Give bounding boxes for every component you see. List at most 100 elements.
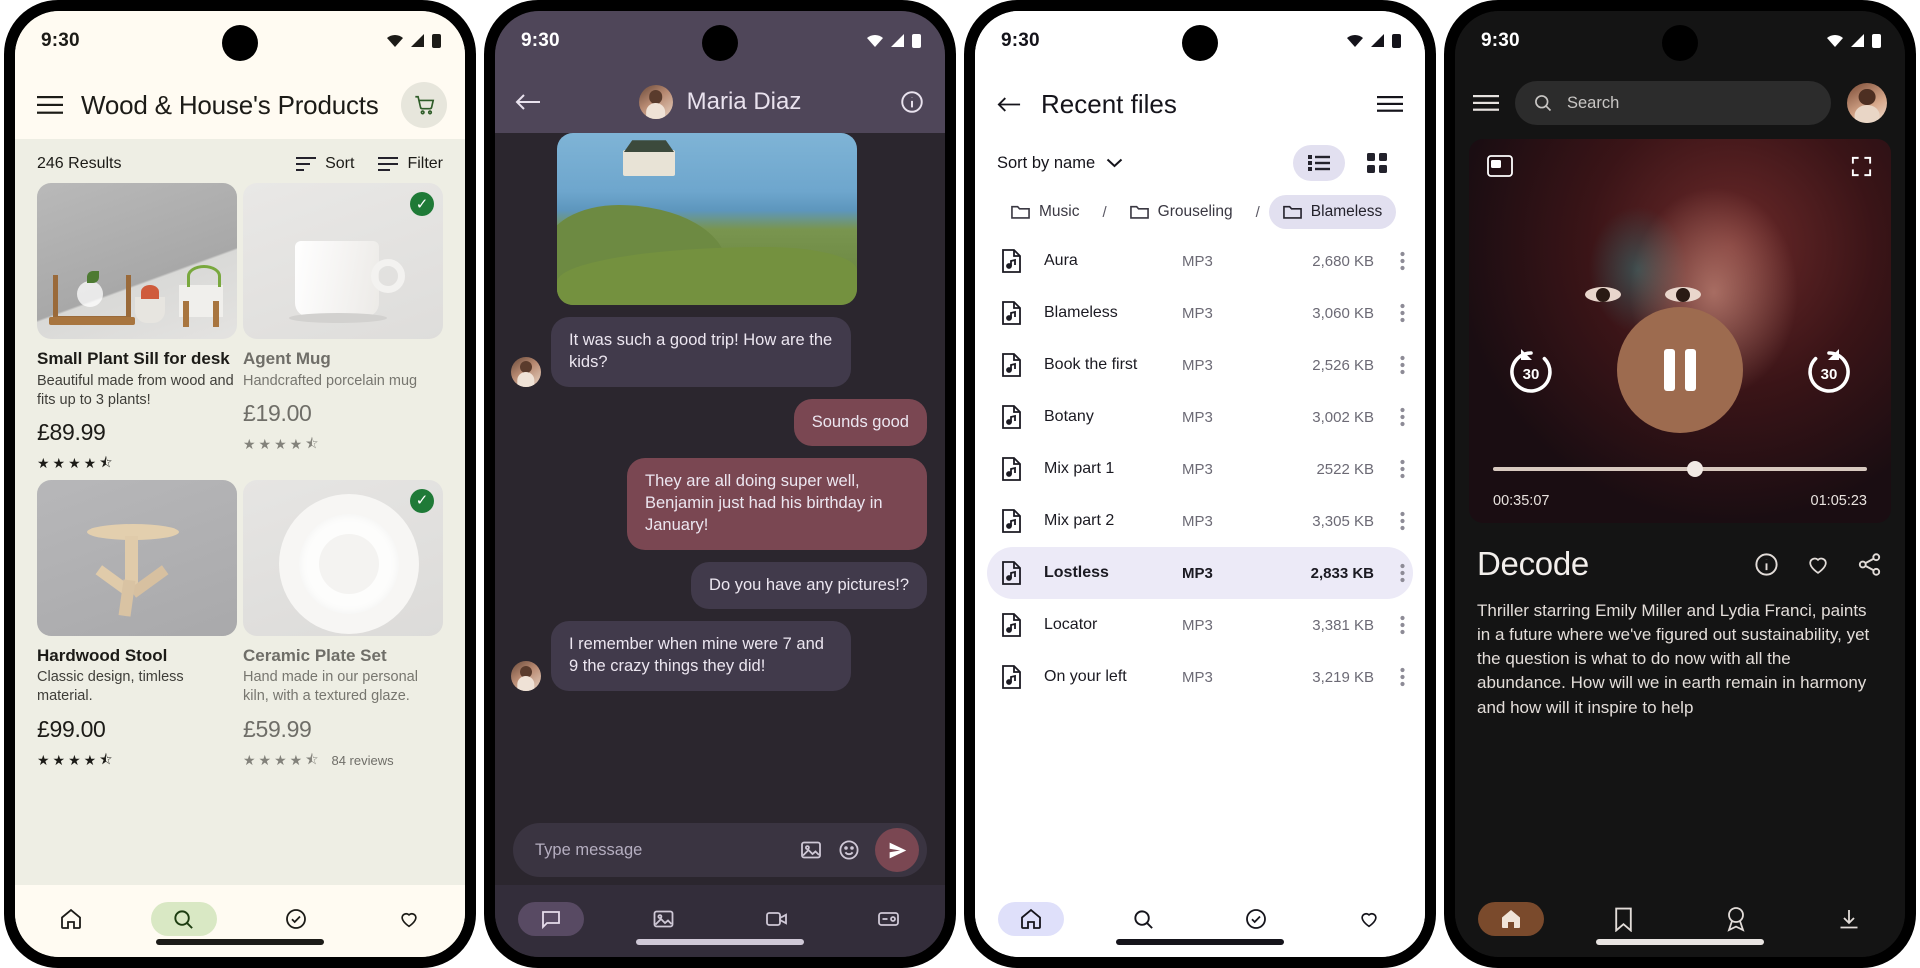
- file-name: Lostless: [1044, 564, 1109, 581]
- nav-starred[interactable]: [1336, 902, 1402, 936]
- camera-punch-hole: [702, 25, 738, 61]
- music-file-icon: [1002, 665, 1021, 689]
- sort-button[interactable]: Sort: [296, 155, 354, 173]
- emoji-icon[interactable]: [837, 838, 861, 862]
- pause-icon: [1664, 349, 1696, 391]
- filter-icon: [378, 157, 399, 171]
- filter-button[interactable]: Filter: [378, 155, 443, 173]
- svg-text:30: 30: [1523, 366, 1540, 383]
- nav-bookmarks[interactable]: [1591, 902, 1657, 936]
- movie-header: Decode: [1455, 523, 1905, 583]
- hamburger-menu-icon[interactable]: [37, 96, 63, 114]
- nav-downloads[interactable]: [1816, 902, 1882, 936]
- play-pause-button[interactable]: [1617, 307, 1743, 433]
- product-card[interactable]: Small Plant Sill for desk Beautiful made…: [37, 183, 237, 476]
- more-vertical-icon[interactable]: [1400, 303, 1405, 323]
- table-row[interactable]: Mix part 1 MP3 2522 KB: [987, 443, 1413, 495]
- info-icon[interactable]: [899, 89, 925, 115]
- total-time: 01:05:23: [1810, 493, 1867, 509]
- nav-chat[interactable]: [518, 902, 585, 936]
- message-bubble[interactable]: They are all doing super well, Benjamin …: [627, 458, 927, 550]
- nav-video[interactable]: [743, 902, 809, 936]
- video-player[interactable]: 30 30 00:35:07 01:05:23: [1469, 139, 1891, 523]
- table-row[interactable]: Botany MP3 3,002 KB: [987, 391, 1413, 443]
- fullscreen-icon[interactable]: [1850, 155, 1873, 178]
- picture-in-picture-icon[interactable]: [1487, 155, 1513, 177]
- music-file-icon: [1002, 353, 1021, 377]
- current-time: 00:35:07: [1493, 493, 1550, 509]
- message-row: They are all doing super well, Benjamin …: [495, 458, 945, 550]
- nav-search[interactable]: [150, 902, 217, 936]
- message-input[interactable]: Type message: [535, 841, 785, 860]
- table-row[interactable]: Book the first MP3 2,526 KB: [987, 339, 1413, 391]
- nav-home[interactable]: [38, 902, 104, 936]
- nav-home[interactable]: [1478, 902, 1545, 936]
- more-vertical-icon[interactable]: [1400, 251, 1405, 271]
- table-row[interactable]: On your left MP3 3,219 KB: [987, 651, 1413, 703]
- table-row-selected[interactable]: Lostless MP3 2,833 KB: [987, 547, 1413, 599]
- product-card[interactable]: ✓ Ceramic Plate Set Hand made in our per…: [243, 479, 443, 773]
- list-view-button[interactable]: [1293, 145, 1345, 181]
- more-vertical-icon[interactable]: [1400, 407, 1405, 427]
- info-icon[interactable]: [1753, 551, 1780, 578]
- nav-photos[interactable]: [631, 902, 697, 936]
- nav-search[interactable]: [1111, 902, 1177, 936]
- message-bubble[interactable]: Do you have any pictures!?: [691, 561, 927, 610]
- product-price: £19.00: [243, 399, 312, 426]
- sort-by-label: Sort by name: [997, 153, 1096, 172]
- breadcrumb-item[interactable]: Grouseling: [1116, 195, 1247, 229]
- more-vertical-icon[interactable]: [1400, 615, 1405, 635]
- nav-awards[interactable]: [1703, 902, 1769, 936]
- more-vertical-icon[interactable]: [1400, 667, 1405, 687]
- image-icon[interactable]: [799, 838, 823, 862]
- nav-orders[interactable]: [263, 902, 329, 936]
- nav-payments[interactable]: [856, 902, 922, 936]
- more-vertical-icon[interactable]: [1400, 563, 1405, 583]
- forward-30-button[interactable]: 30: [1800, 343, 1858, 401]
- nav-shared[interactable]: [1223, 902, 1289, 936]
- nav-favorites[interactable]: [376, 902, 442, 936]
- status-clock: 9:30: [1481, 30, 1520, 51]
- search-input[interactable]: Search: [1515, 81, 1831, 125]
- poster-detail: [1665, 287, 1701, 302]
- back-arrow-icon[interactable]: [515, 92, 541, 112]
- rewind-30-button[interactable]: 30: [1502, 343, 1560, 401]
- table-row[interactable]: Mix part 2 MP3 3,305 KB: [987, 495, 1413, 547]
- sort-by-dropdown[interactable]: Sort by name: [997, 154, 1123, 173]
- product-card[interactable]: ✓ Agent Mug Handcrafted porcelain mug £1…: [243, 183, 443, 476]
- back-arrow-icon[interactable]: [997, 95, 1021, 114]
- send-button[interactable]: [875, 828, 919, 872]
- message-image[interactable]: [557, 133, 857, 305]
- seek-slider[interactable]: [1493, 461, 1867, 477]
- status-bar: 9:30: [1455, 11, 1905, 71]
- product-rating: ★★★★ ⯪ 84 reviews: [243, 749, 443, 773]
- table-row[interactable]: Aura MP3 2,680 KB: [987, 235, 1413, 287]
- files-toolbar: Sort by name: [975, 137, 1425, 195]
- status-bar: 9:30: [15, 11, 465, 71]
- hamburger-menu-icon[interactable]: [1473, 95, 1499, 111]
- message-composer[interactable]: Type message: [513, 823, 927, 877]
- product-card[interactable]: Hardwood Stool Classic design, timless m…: [37, 479, 237, 773]
- table-row[interactable]: Blameless MP3 3,060 KB: [987, 287, 1413, 339]
- grid-view-button[interactable]: [1351, 145, 1403, 181]
- shop-screen: 9:30 Wood & House's Products 246 Results…: [15, 11, 465, 957]
- message-bubble[interactable]: It was such a good trip! How are the kid…: [551, 317, 851, 387]
- phone-shop: 9:30 Wood & House's Products 246 Results…: [4, 0, 476, 968]
- folder-icon: [1129, 205, 1149, 219]
- message-bubble[interactable]: I remember when mine were 7 and 9 the cr…: [551, 621, 851, 691]
- more-vertical-icon[interactable]: [1400, 355, 1405, 375]
- nav-home[interactable]: [998, 902, 1065, 936]
- heart-icon[interactable]: [1804, 552, 1832, 577]
- file-type: MP3: [1182, 304, 1213, 322]
- breadcrumb-item[interactable]: Music: [997, 195, 1093, 229]
- table-row[interactable]: Locator MP3 3,381 KB: [987, 599, 1413, 651]
- cart-button[interactable]: [401, 82, 447, 128]
- more-vertical-icon[interactable]: [1400, 511, 1405, 531]
- breadcrumb: Music / Grouseling / Blameless: [975, 195, 1425, 235]
- hamburger-menu-icon[interactable]: [1377, 96, 1403, 112]
- message-bubble[interactable]: Sounds good: [793, 398, 927, 447]
- breadcrumb-item-current[interactable]: Blameless: [1268, 195, 1397, 229]
- avatar[interactable]: [1847, 83, 1887, 123]
- share-icon[interactable]: [1856, 551, 1883, 578]
- more-vertical-icon[interactable]: [1400, 459, 1405, 479]
